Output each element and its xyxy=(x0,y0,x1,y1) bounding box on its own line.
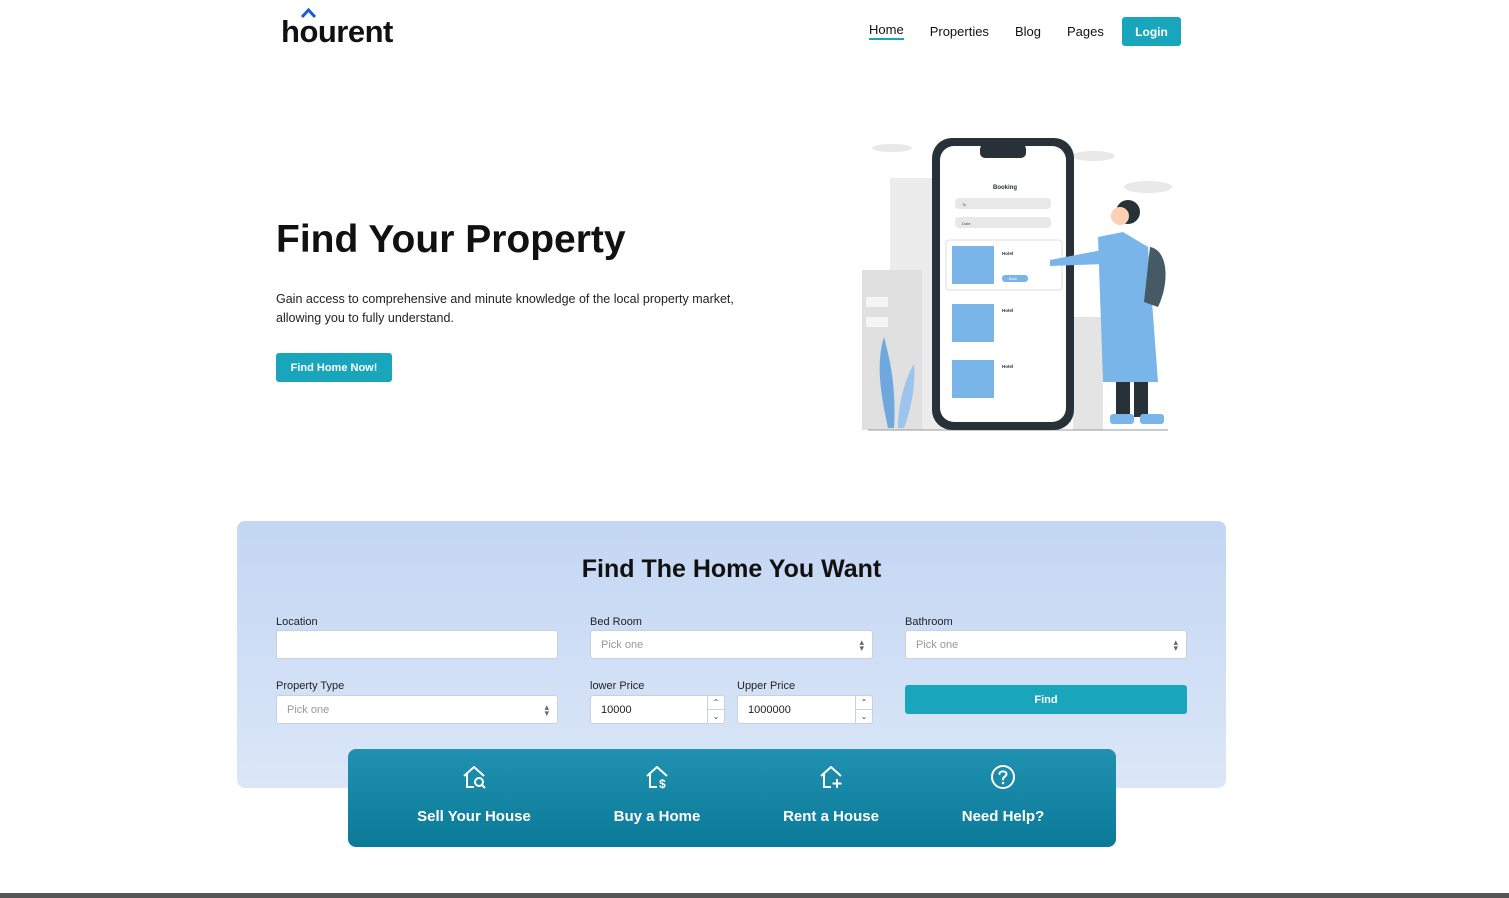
illustration-book-button: Book xyxy=(1009,277,1017,281)
main-nav: Home Properties Blog Pages xyxy=(869,22,1130,40)
nav-pages[interactable]: Pages xyxy=(1067,24,1104,39)
chevron-up-icon[interactable]: ⌃ xyxy=(856,696,872,710)
logo-text-h: h xyxy=(281,14,300,49)
illustration-booking-title: Booking xyxy=(993,185,1017,191)
upper-price-input[interactable]: 1000000 ⌃ ⌄ xyxy=(737,695,873,724)
bedroom-select[interactable]: Pick one ▴ ▾ xyxy=(590,630,873,659)
house-dollar-icon: $ xyxy=(646,766,668,791)
service-label: Rent a House xyxy=(783,808,879,825)
lower-price-label: lower Price xyxy=(590,680,645,692)
lower-price-stepper[interactable]: ⌃ ⌄ xyxy=(707,696,724,723)
logo-text-o: o xyxy=(299,14,318,49)
select-caret-icon: ▴ ▾ xyxy=(544,702,549,718)
bedroom-value: Pick one xyxy=(601,638,644,651)
upper-price-stepper[interactable]: ⌃ ⌄ xyxy=(855,696,872,723)
hero-title: Find Your Property xyxy=(276,218,626,261)
location-label: Location xyxy=(276,616,318,628)
hero-illustration: Booking To Date Hotel Book Hotel Hotel xyxy=(862,138,1172,431)
select-caret-icon: ▴ ▾ xyxy=(1173,637,1178,653)
svg-text:$: $ xyxy=(659,777,666,791)
location-input[interactable] xyxy=(276,630,558,659)
service-label: Need Help? xyxy=(961,808,1045,825)
property-type-label: Property Type xyxy=(276,680,345,692)
bathroom-select[interactable]: Pick one ▴ ▾ xyxy=(905,630,1187,659)
lower-price-value: 10000 xyxy=(601,703,632,716)
bottom-bar xyxy=(0,893,1509,898)
nav-properties[interactable]: Properties xyxy=(930,24,989,39)
service-rent-house[interactable]: Rent a House xyxy=(741,749,921,847)
house-search-icon xyxy=(463,766,486,789)
service-sell-house[interactable]: Sell Your House xyxy=(384,749,564,847)
upper-price-value: 1000000 xyxy=(748,703,791,716)
bedroom-label: Bed Room xyxy=(590,616,642,628)
services-bar: Sell Your House $ Buy a Home Rent a Hous… xyxy=(348,749,1116,847)
property-type-select[interactable]: Pick one ▴ ▾ xyxy=(276,695,558,724)
chevron-up-icon[interactable]: ⌃ xyxy=(708,696,724,710)
illustration-hotel-1: Hotel xyxy=(1002,251,1013,256)
chevron-down-icon[interactable]: ⌄ xyxy=(708,710,724,724)
roof-icon xyxy=(301,8,317,18)
bathroom-label: Bathroom xyxy=(905,616,953,628)
logo-o: o xyxy=(299,8,318,50)
illustration-field-date: Date xyxy=(962,221,971,226)
service-label: Buy a Home xyxy=(613,808,701,825)
logo[interactable]: h o urent xyxy=(281,8,394,50)
nav-blog[interactable]: Blog xyxy=(1015,24,1041,39)
house-plus-icon xyxy=(820,766,842,788)
lower-price-input[interactable]: 10000 ⌃ ⌄ xyxy=(590,695,725,724)
search-title: Find The Home You Want xyxy=(581,555,882,583)
login-button[interactable]: Login xyxy=(1122,17,1181,46)
find-button[interactable]: Find xyxy=(905,685,1187,714)
illustration-hotel-2: Hotel xyxy=(1002,308,1013,313)
chevron-down-icon[interactable]: ⌄ xyxy=(856,710,872,724)
illustration-hotel-3: Hotel xyxy=(1002,364,1013,369)
hero-description: Gain access to comprehensive and minute … xyxy=(276,292,734,325)
upper-price-label: Upper Price xyxy=(737,680,796,692)
question-circle-icon xyxy=(991,765,1015,789)
nav-home[interactable]: Home xyxy=(869,22,904,40)
logo-text-rest: urent xyxy=(317,14,394,49)
service-label: Sell Your House xyxy=(417,808,531,825)
select-caret-icon: ▴ ▾ xyxy=(859,637,864,653)
property-type-value: Pick one xyxy=(287,703,330,716)
service-buy-home[interactable]: $ Buy a Home xyxy=(567,749,747,847)
search-panel: Find The Home You Want Location Bed Room… xyxy=(237,521,1226,788)
bathroom-value: Pick one xyxy=(916,638,959,651)
service-need-help[interactable]: Need Help? xyxy=(913,749,1093,847)
find-home-now-button[interactable]: Find Home Now! xyxy=(276,353,392,382)
